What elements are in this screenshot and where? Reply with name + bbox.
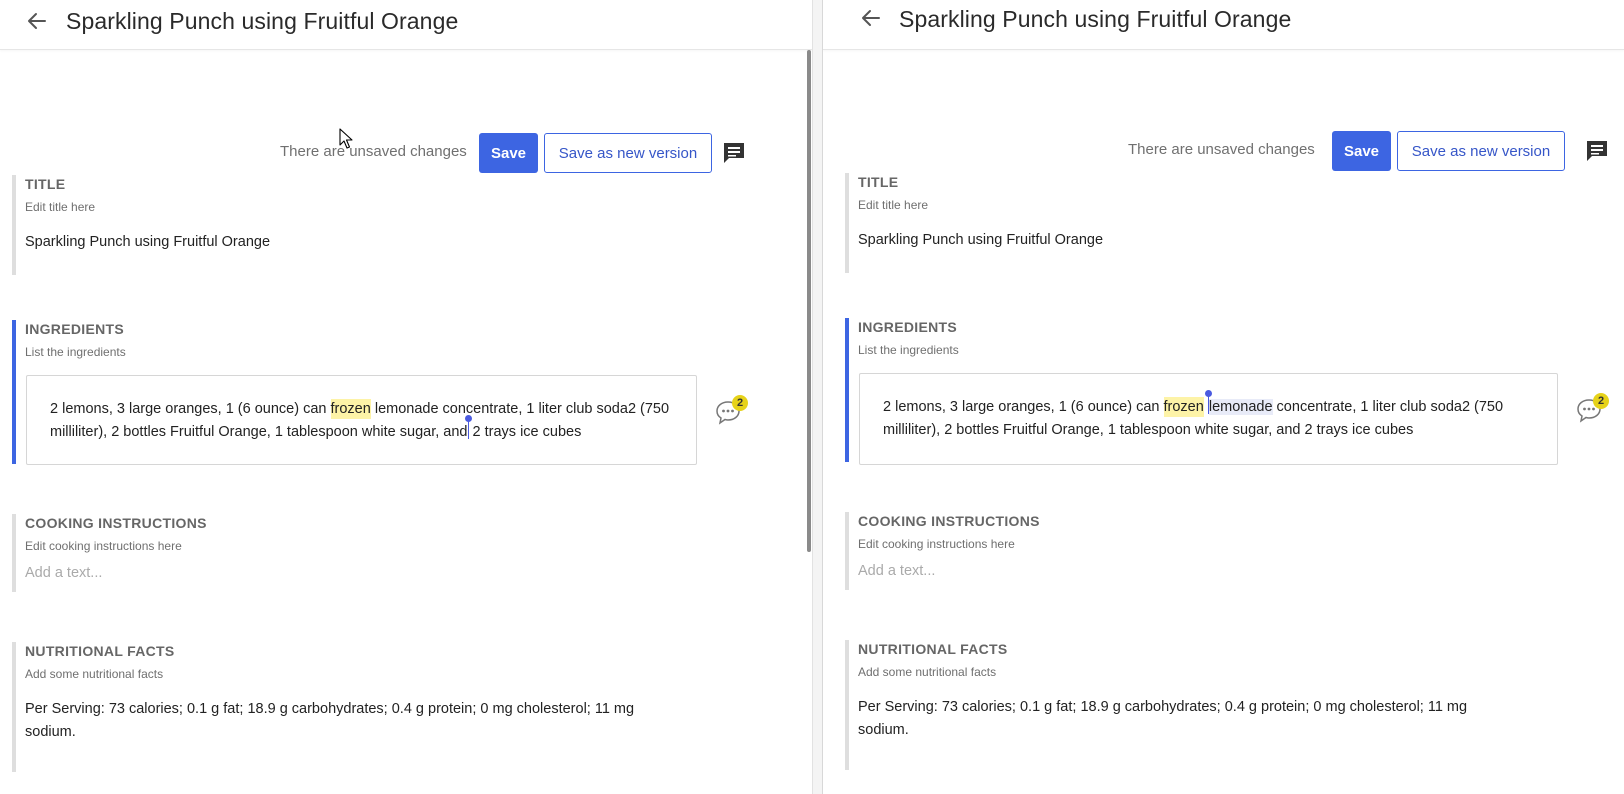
section-description: Edit cooking instructions here: [25, 539, 182, 553]
text-caret: [464, 415, 472, 439]
ingredients-text-after-caret: 2 trays ice cubes: [468, 424, 582, 440]
ingredients-editor[interactable]: 2 lemons, 3 large oranges, 1 (6 ounce) c…: [26, 375, 697, 465]
right-pane: Sparkling Punch using Fruitful Orange Th…: [823, 0, 1624, 794]
cooking-instructions-section: COOKING INSTRUCTIONS Edit cooking instru…: [845, 512, 1040, 590]
comments-icon[interactable]: [1584, 138, 1610, 164]
comment-thread-button[interactable]: 2: [714, 395, 748, 432]
save-as-new-version-button[interactable]: Save as new version: [544, 133, 712, 173]
cooking-instructions-input[interactable]: Add a text...: [25, 563, 207, 583]
ingredients-editor[interactable]: 2 lemons, 3 large oranges, 1 (6 ounce) c…: [859, 373, 1558, 465]
section-description: Edit title here: [25, 200, 96, 214]
section-description: List the ingredients: [858, 343, 959, 357]
comment-thread-button[interactable]: 2: [1575, 393, 1609, 430]
save-button[interactable]: Save: [479, 133, 538, 173]
action-bar: There are unsaved changes Save Save as n…: [823, 130, 1624, 172]
cooking-instructions-section: COOKING INSTRUCTIONS Edit cooking instru…: [12, 514, 207, 592]
title-section: TITLE Edit title here Sparkling Punch us…: [12, 175, 270, 275]
section-description: Add some nutritional facts: [858, 665, 997, 679]
header-bar: Sparkling Punch using Fruitful Orange: [0, 0, 812, 50]
back-arrow-icon[interactable]: [858, 5, 884, 31]
highlighted-comment-text[interactable]: frozen: [1163, 397, 1204, 417]
section-description: List the ingredients: [25, 345, 126, 359]
highlighted-comment-text[interactable]: frozen: [330, 399, 371, 419]
section-description: Edit cooking instructions here: [858, 537, 1015, 551]
section-description: Add some nutritional facts: [25, 667, 164, 681]
pane-divider[interactable]: [812, 0, 823, 794]
section-heading: INGREDIENTS: [858, 319, 957, 335]
comment-count-badge: 2: [732, 395, 748, 411]
left-pane: Sparkling Punch using Fruitful Orange Th…: [0, 0, 812, 794]
comment-count-badge: 2: [1593, 393, 1609, 409]
cooking-instructions-input[interactable]: Add a text...: [858, 561, 1040, 581]
nutritional-facts-section: NUTRITIONAL FACTS Add some nutritional f…: [12, 642, 652, 772]
page-title: Sparkling Punch using Fruitful Orange: [66, 8, 459, 34]
section-heading: INGREDIENTS: [25, 321, 124, 337]
left-pane-scrollbar[interactable]: [807, 50, 811, 552]
section-heading: NUTRITIONAL FACTS: [25, 643, 175, 659]
ingredients-text-before: 2 lemons, 3 large oranges, 1 (6 ounce) c…: [883, 399, 1164, 415]
section-description: Edit title here: [858, 198, 929, 212]
unsaved-changes-text: There are unsaved changes: [280, 143, 467, 160]
nutritional-facts-value[interactable]: Per Serving: 73 calories; 0.1 g fat; 18.…: [25, 698, 652, 744]
text-caret: [1204, 390, 1212, 414]
page-title: Sparkling Punch using Fruitful Orange: [899, 6, 1292, 32]
section-heading: NUTRITIONAL FACTS: [858, 641, 1008, 657]
section-heading: COOKING INSTRUCTIONS: [25, 515, 207, 531]
section-heading: COOKING INSTRUCTIONS: [858, 513, 1040, 529]
ingredients-text-before: 2 lemons, 3 large oranges, 1 (6 ounce) c…: [50, 401, 331, 417]
save-as-new-version-button[interactable]: Save as new version: [1397, 131, 1565, 171]
action-bar: There are unsaved changes Save Save as n…: [0, 132, 812, 174]
section-heading: TITLE: [25, 176, 66, 192]
title-section: TITLE Edit title here Sparkling Punch us…: [845, 173, 1103, 273]
section-heading: TITLE: [858, 174, 899, 190]
header-bar: Sparkling Punch using Fruitful Orange: [823, 0, 1624, 50]
nutritional-facts-section: NUTRITIONAL FACTS Add some nutritional f…: [845, 640, 1495, 770]
back-arrow-icon[interactable]: [24, 8, 50, 34]
title-value[interactable]: Sparkling Punch using Fruitful Orange: [25, 231, 270, 254]
selected-text[interactable]: lemonade: [1208, 399, 1273, 415]
title-value[interactable]: Sparkling Punch using Fruitful Orange: [858, 229, 1103, 252]
nutritional-facts-value[interactable]: Per Serving: 73 calories; 0.1 g fat; 18.…: [858, 696, 1495, 742]
unsaved-changes-text: There are unsaved changes: [1128, 141, 1315, 158]
comments-icon[interactable]: [721, 140, 747, 166]
save-button[interactable]: Save: [1332, 131, 1391, 171]
